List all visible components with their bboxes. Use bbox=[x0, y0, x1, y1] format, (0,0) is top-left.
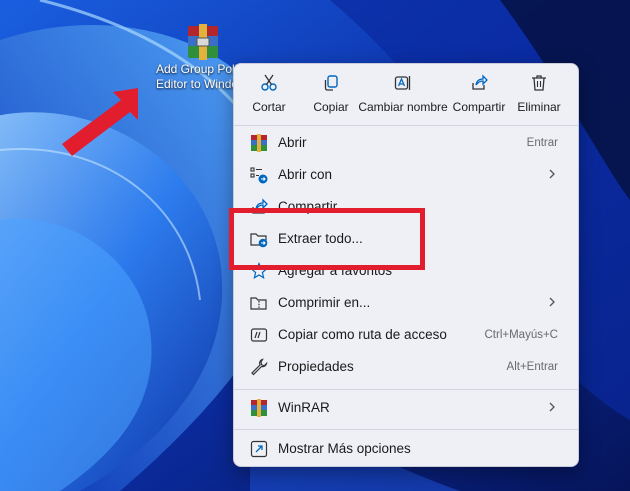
winrar-icon bbox=[251, 399, 267, 417]
menu-item-share-label: Compartir bbox=[278, 199, 338, 214]
menu-item-extract-all[interactable]: Extraer todo... bbox=[238, 224, 574, 254]
menu-item-open-with[interactable]: Abrir con bbox=[238, 160, 574, 190]
scissors-icon bbox=[261, 74, 277, 91]
menu-item-more-options[interactable]: Mostrar Más opciones bbox=[238, 434, 574, 464]
share-icon bbox=[472, 74, 488, 90]
menu-item-compress[interactable]: Comprimir en... bbox=[238, 288, 574, 318]
wrench-icon bbox=[251, 358, 268, 376]
menu-item-copy-path-label: Copiar como ruta de acceso bbox=[278, 327, 447, 342]
menu-item-properties[interactable]: Propiedades Alt+Entrar bbox=[238, 352, 574, 382]
menu-item-copy-path-shortcut: Ctrl+Mayús+C bbox=[484, 329, 559, 341]
menu-item-open-with-label: Abrir con bbox=[278, 167, 333, 182]
context-menu: Cortar Copiar Cambiar nombre Compartir E… bbox=[233, 63, 579, 467]
delete-label: Eliminar bbox=[517, 100, 561, 114]
quick-actions-bar: Cortar Copiar Cambiar nombre Compartir E… bbox=[234, 64, 578, 120]
open-with-icon bbox=[250, 167, 268, 184]
copy-button[interactable]: Copiar bbox=[296, 72, 366, 116]
more-options-icon bbox=[250, 440, 268, 458]
chevron-right-icon bbox=[549, 169, 555, 179]
winrar-archive-icon bbox=[188, 24, 218, 60]
menu-item-open-shortcut: Entrar bbox=[526, 137, 558, 149]
extract-folder-icon bbox=[250, 233, 268, 248]
menu-item-winrar[interactable]: WinRAR bbox=[238, 393, 574, 423]
menu-item-more-options-label: Mostrar Más opciones bbox=[278, 441, 411, 456]
menu-separator bbox=[234, 429, 578, 430]
chevron-right-icon bbox=[549, 402, 555, 412]
red-arrow-annotation bbox=[62, 88, 138, 156]
menu-item-open-label: Abrir bbox=[278, 135, 307, 150]
menu-item-compress-label: Comprimir en... bbox=[278, 295, 371, 310]
menu-item-extract-all-label: Extraer todo... bbox=[278, 231, 363, 246]
copy-icon bbox=[324, 75, 338, 91]
rename-button[interactable]: Cambiar nombre bbox=[358, 72, 448, 116]
menu-item-properties-label: Propiedades bbox=[278, 359, 354, 374]
menu-item-open[interactable]: Abrir Entrar bbox=[238, 128, 574, 158]
trash-icon bbox=[532, 75, 546, 91]
menu-separator bbox=[234, 389, 578, 390]
winrar-icon bbox=[251, 134, 267, 152]
menu-item-add-favorites[interactable]: Agregar a favoritos bbox=[238, 256, 574, 286]
chevron-right-icon bbox=[549, 297, 555, 307]
menu-item-add-favorites-label: Agregar a favoritos bbox=[278, 263, 393, 278]
delete-button[interactable]: Eliminar bbox=[504, 72, 574, 116]
menu-separator bbox=[234, 125, 578, 126]
zip-folder-icon bbox=[250, 297, 267, 310]
rename-icon bbox=[394, 76, 411, 90]
menu-item-copy-path[interactable]: Copiar como ruta de acceso Ctrl+Mayús+C bbox=[238, 320, 574, 350]
menu-item-winrar-label: WinRAR bbox=[278, 400, 330, 415]
share-icon bbox=[252, 198, 268, 214]
menu-item-share[interactable]: Compartir bbox=[238, 192, 574, 222]
star-icon bbox=[250, 262, 268, 280]
path-icon bbox=[250, 328, 268, 342]
menu-item-properties-shortcut: Alt+Entrar bbox=[506, 361, 558, 373]
